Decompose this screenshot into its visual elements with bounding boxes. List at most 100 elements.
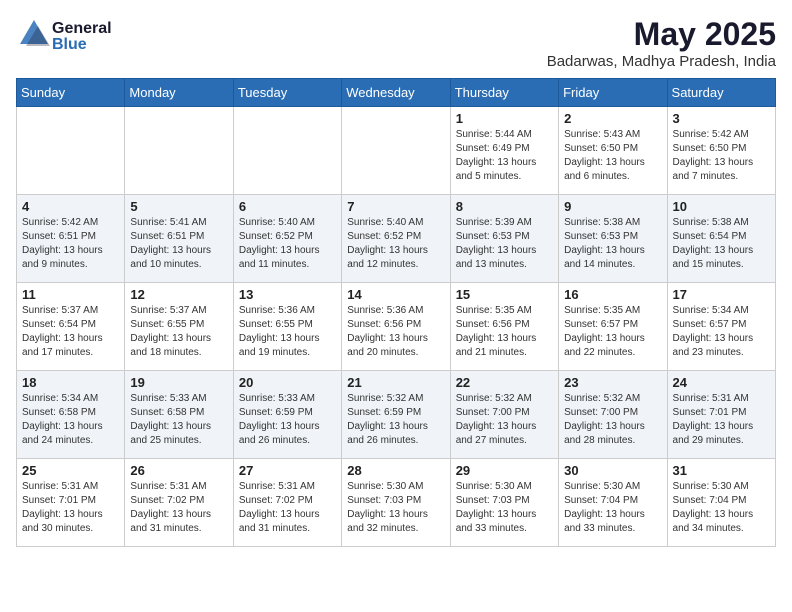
day-info: Sunrise: 5:32 AM Sunset: 7:00 PM Dayligh… <box>456 392 553 448</box>
calendar-cell: 31 Sunrise: 5:30 AM Sunset: 7:04 PM Dayli… <box>667 459 775 547</box>
weekday-header-sunday: Sunday <box>17 79 125 107</box>
month-title: May 2025 <box>547 16 776 53</box>
day-info: Sunrise: 5:40 AM Sunset: 6:52 PM Dayligh… <box>239 216 336 272</box>
day-number: 31 <box>673 463 770 478</box>
calendar-table: SundayMondayTuesdayWednesdayThursdayFrid… <box>16 78 776 547</box>
calendar-cell: 21 Sunrise: 5:32 AM Sunset: 6:59 PM Dayli… <box>342 371 450 459</box>
day-number: 24 <box>673 375 770 390</box>
weekday-header-friday: Friday <box>559 79 667 107</box>
calendar-cell <box>125 107 233 195</box>
calendar-cell: 15 Sunrise: 5:35 AM Sunset: 6:56 PM Dayli… <box>450 283 558 371</box>
day-info: Sunrise: 5:33 AM Sunset: 6:59 PM Dayligh… <box>239 392 336 448</box>
day-number: 20 <box>239 375 336 390</box>
weekday-header-thursday: Thursday <box>450 79 558 107</box>
calendar-cell: 23 Sunrise: 5:32 AM Sunset: 7:00 PM Dayli… <box>559 371 667 459</box>
day-info: Sunrise: 5:30 AM Sunset: 7:03 PM Dayligh… <box>456 480 553 536</box>
logo-general: General <box>52 21 112 37</box>
calendar-cell: 11Sunrise: 5:37 AM Sunset: 6:54 PM Dayli… <box>17 283 125 371</box>
page-header: General Blue May 2025 Badarwas, Madhya P… <box>16 16 776 70</box>
weekday-header-tuesday: Tuesday <box>233 79 341 107</box>
calendar-cell: 16 Sunrise: 5:35 AM Sunset: 6:57 PM Dayli… <box>559 283 667 371</box>
logo: General Blue <box>16 16 112 57</box>
day-info: Sunrise: 5:44 AM Sunset: 6:49 PM Dayligh… <box>456 128 553 184</box>
day-info: Sunrise: 5:40 AM Sunset: 6:52 PM Dayligh… <box>347 216 444 272</box>
calendar-cell <box>342 107 450 195</box>
day-number: 17 <box>673 287 770 302</box>
title-area: May 2025 Badarwas, Madhya Pradesh, India <box>547 16 776 70</box>
logo-blue: Blue <box>52 37 112 53</box>
calendar-cell: 20 Sunrise: 5:33 AM Sunset: 6:59 PM Dayli… <box>233 371 341 459</box>
day-info: Sunrise: 5:31 AM Sunset: 7:02 PM Dayligh… <box>239 480 336 536</box>
weekday-header-wednesday: Wednesday <box>342 79 450 107</box>
calendar-cell: 13 Sunrise: 5:36 AM Sunset: 6:55 PM Dayli… <box>233 283 341 371</box>
day-info: Sunrise: 5:30 AM Sunset: 7:04 PM Dayligh… <box>673 480 770 536</box>
calendar-week-5: 25 Sunrise: 5:31 AM Sunset: 7:01 PM Dayli… <box>17 459 776 547</box>
day-info: Sunrise: 5:32 AM Sunset: 6:59 PM Dayligh… <box>347 392 444 448</box>
calendar-week-4: 18 Sunrise: 5:34 AM Sunset: 6:58 PM Dayli… <box>17 371 776 459</box>
calendar-cell: 12 Sunrise: 5:37 AM Sunset: 6:55 PM Dayli… <box>125 283 233 371</box>
calendar-cell: 30 Sunrise: 5:30 AM Sunset: 7:04 PM Dayli… <box>559 459 667 547</box>
day-info: Sunrise: 5:30 AM Sunset: 7:04 PM Dayligh… <box>564 480 661 536</box>
day-number: 22 <box>456 375 553 390</box>
day-info: Sunrise: 5:37 AM Sunset: 6:55 PM Dayligh… <box>130 304 227 360</box>
day-info: Sunrise: 5:35 AM Sunset: 6:57 PM Dayligh… <box>564 304 661 360</box>
day-info: Sunrise: 5:38 AM Sunset: 6:53 PM Dayligh… <box>564 216 661 272</box>
day-info: Sunrise: 5:31 AM Sunset: 7:01 PM Dayligh… <box>673 392 770 448</box>
calendar-cell: 4 Sunrise: 5:42 AM Sunset: 6:51 PM Daylig… <box>17 195 125 283</box>
day-info: Sunrise: 5:39 AM Sunset: 6:53 PM Dayligh… <box>456 216 553 272</box>
calendar-week-1: 1 Sunrise: 5:44 AM Sunset: 6:49 PM Daylig… <box>17 107 776 195</box>
day-number: 9 <box>564 199 661 214</box>
day-number: 5 <box>130 199 227 214</box>
day-info: Sunrise: 5:41 AM Sunset: 6:51 PM Dayligh… <box>130 216 227 272</box>
calendar-cell: 25 Sunrise: 5:31 AM Sunset: 7:01 PM Dayli… <box>17 459 125 547</box>
day-number: 29 <box>456 463 553 478</box>
day-info: Sunrise: 5:32 AM Sunset: 7:00 PM Dayligh… <box>564 392 661 448</box>
day-number: 1 <box>456 111 553 126</box>
day-info: Sunrise: 5:38 AM Sunset: 6:54 PM Dayligh… <box>673 216 770 272</box>
calendar-cell: 10 Sunrise: 5:38 AM Sunset: 6:54 PM Dayli… <box>667 195 775 283</box>
day-info: Sunrise: 5:30 AM Sunset: 7:03 PM Dayligh… <box>347 480 444 536</box>
weekday-header-saturday: Saturday <box>667 79 775 107</box>
day-number: 6 <box>239 199 336 214</box>
day-number: 18 <box>22 375 119 390</box>
day-info: Sunrise: 5:34 AM Sunset: 6:58 PM Dayligh… <box>22 392 119 448</box>
calendar-week-3: 11Sunrise: 5:37 AM Sunset: 6:54 PM Dayli… <box>17 283 776 371</box>
calendar-cell <box>233 107 341 195</box>
day-number: 15 <box>456 287 553 302</box>
day-number: 7 <box>347 199 444 214</box>
calendar-cell: 24 Sunrise: 5:31 AM Sunset: 7:01 PM Dayli… <box>667 371 775 459</box>
calendar-cell: 29 Sunrise: 5:30 AM Sunset: 7:03 PM Dayli… <box>450 459 558 547</box>
day-number: 25 <box>22 463 119 478</box>
day-number: 28 <box>347 463 444 478</box>
day-info: Sunrise: 5:36 AM Sunset: 6:55 PM Dayligh… <box>239 304 336 360</box>
day-number: 3 <box>673 111 770 126</box>
day-number: 23 <box>564 375 661 390</box>
day-number: 12 <box>130 287 227 302</box>
day-number: 19 <box>130 375 227 390</box>
day-number: 14 <box>347 287 444 302</box>
day-info: Sunrise: 5:31 AM Sunset: 7:01 PM Dayligh… <box>22 480 119 536</box>
day-info: Sunrise: 5:42 AM Sunset: 6:51 PM Dayligh… <box>22 216 119 272</box>
day-number: 4 <box>22 199 119 214</box>
calendar-week-2: 4 Sunrise: 5:42 AM Sunset: 6:51 PM Daylig… <box>17 195 776 283</box>
calendar-cell: 19Sunrise: 5:33 AM Sunset: 6:58 PM Dayli… <box>125 371 233 459</box>
day-info: Sunrise: 5:35 AM Sunset: 6:56 PM Dayligh… <box>456 304 553 360</box>
day-number: 21 <box>347 375 444 390</box>
logo-icon <box>16 16 52 52</box>
calendar-cell: 14Sunrise: 5:36 AM Sunset: 6:56 PM Dayli… <box>342 283 450 371</box>
calendar-cell: 26Sunrise: 5:31 AM Sunset: 7:02 PM Dayli… <box>125 459 233 547</box>
day-number: 10 <box>673 199 770 214</box>
calendar-cell: 27Sunrise: 5:31 AM Sunset: 7:02 PM Dayli… <box>233 459 341 547</box>
calendar-cell: 5 Sunrise: 5:41 AM Sunset: 6:51 PM Daylig… <box>125 195 233 283</box>
day-number: 13 <box>239 287 336 302</box>
day-number: 30 <box>564 463 661 478</box>
calendar-cell: 7 Sunrise: 5:40 AM Sunset: 6:52 PM Daylig… <box>342 195 450 283</box>
calendar-cell: 1 Sunrise: 5:44 AM Sunset: 6:49 PM Daylig… <box>450 107 558 195</box>
day-number: 8 <box>456 199 553 214</box>
day-number: 26 <box>130 463 227 478</box>
calendar-cell: 18 Sunrise: 5:34 AM Sunset: 6:58 PM Dayli… <box>17 371 125 459</box>
day-number: 16 <box>564 287 661 302</box>
calendar-cell: 6 Sunrise: 5:40 AM Sunset: 6:52 PM Daylig… <box>233 195 341 283</box>
calendar-cell: 8 Sunrise: 5:39 AM Sunset: 6:53 PM Daylig… <box>450 195 558 283</box>
day-info: Sunrise: 5:43 AM Sunset: 6:50 PM Dayligh… <box>564 128 661 184</box>
